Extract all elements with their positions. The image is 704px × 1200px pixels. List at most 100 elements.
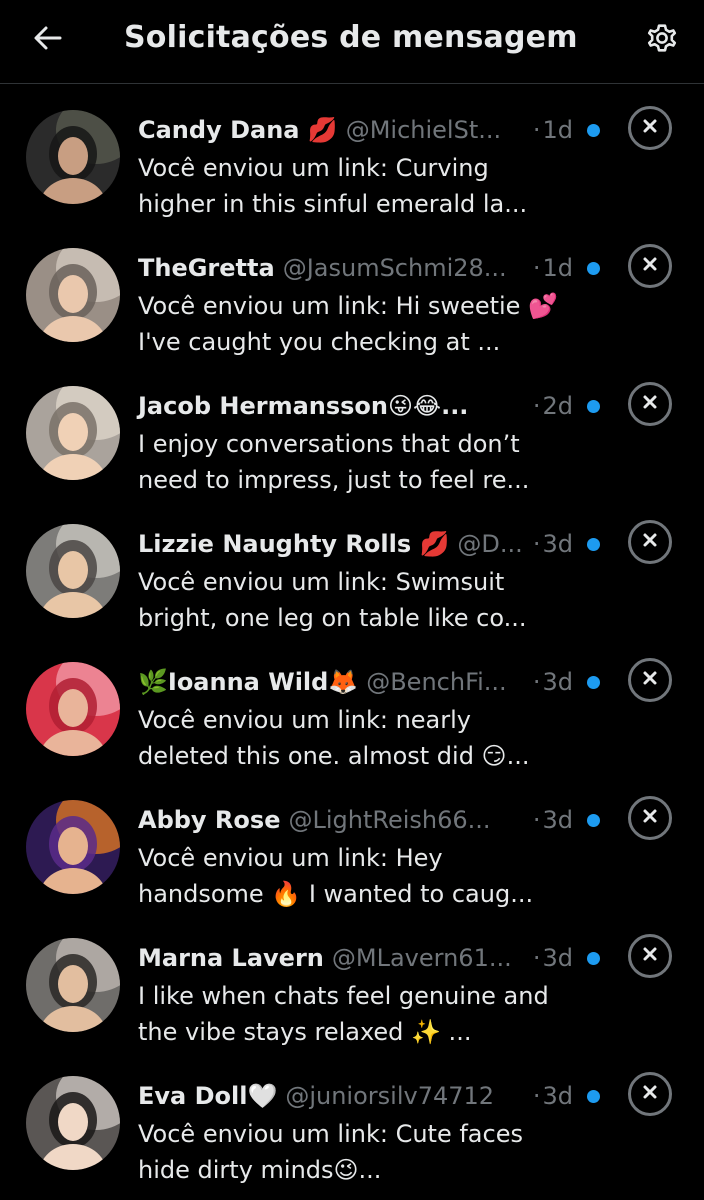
dismiss-request-button[interactable] xyxy=(628,796,672,840)
message-preview: I enjoy conversations that don’t need to… xyxy=(138,430,530,494)
close-icon xyxy=(640,668,660,692)
message-request-row[interactable]: Eva Doll🤍 @juniorsilv74712 · 3d Você env… xyxy=(0,1050,704,1188)
separator-dot: · xyxy=(532,392,541,420)
avatar[interactable] xyxy=(26,662,120,756)
message-request-list: Candy Dana 💋 @MichielSt... · 1d Você env… xyxy=(0,84,704,1188)
separator-dot: · xyxy=(532,944,541,972)
profile-photo xyxy=(26,938,120,1032)
separator-dot: · xyxy=(532,254,541,282)
message-request-row[interactable]: Jacob Hermansson😜😂... · 2d I enjoy conve… xyxy=(0,360,704,498)
display-name: Marna Lavern xyxy=(138,944,324,972)
timestamp: 1d xyxy=(542,254,573,282)
timestamp: 3d xyxy=(542,530,573,558)
avatar[interactable] xyxy=(26,938,120,1032)
avatar[interactable] xyxy=(26,800,120,894)
close-icon xyxy=(640,116,660,140)
gear-icon xyxy=(644,20,680,60)
timestamp: 1d xyxy=(542,116,573,144)
message-preview: Você enviou um link: Swimsuit bright, on… xyxy=(138,568,527,632)
profile-photo xyxy=(26,662,120,756)
user-handle: @JasumSchmi28... xyxy=(282,254,507,282)
back-button[interactable] xyxy=(28,20,68,60)
unread-indicator xyxy=(587,675,600,689)
profile-photo xyxy=(26,110,120,204)
avatar[interactable] xyxy=(26,110,120,204)
user-handle: @D... xyxy=(457,530,523,558)
settings-button[interactable] xyxy=(640,18,684,62)
close-icon xyxy=(640,254,660,278)
unread-indicator xyxy=(587,813,600,827)
timestamp: 3d xyxy=(542,944,573,972)
dismiss-request-button[interactable] xyxy=(628,1072,672,1116)
message-request-row[interactable]: Marna Lavern @MLavern61... · 3d I like w… xyxy=(0,912,704,1050)
close-icon xyxy=(640,530,660,554)
user-handle: @MLavern61... xyxy=(331,944,512,972)
display-name: Jacob Hermansson😜😂... xyxy=(138,392,469,420)
unread-indicator xyxy=(587,951,600,965)
message-preview: I like when chats feel genuine and the v… xyxy=(138,982,549,1046)
message-request-row[interactable]: Abby Rose @LightReish66... · 3d Você env… xyxy=(0,774,704,912)
close-icon xyxy=(640,944,660,968)
message-request-row[interactable]: Candy Dana 💋 @MichielSt... · 1d Você env… xyxy=(0,84,704,222)
message-preview: Você enviou um link: Hey handsome 🔥 I wa… xyxy=(138,844,534,908)
request-header: Marna Lavern @MLavern61... · 3d xyxy=(138,940,600,976)
avatar[interactable] xyxy=(26,386,120,480)
display-name: Candy Dana 💋 xyxy=(138,116,338,144)
user-handle: @LightReish66... xyxy=(288,806,491,834)
message-request-row[interactable]: Lizzie Naughty Rolls 💋 @D... · 3d Você e… xyxy=(0,498,704,636)
profile-photo xyxy=(26,248,120,342)
timestamp: 3d xyxy=(542,668,573,696)
user-handle: @MichielSt... xyxy=(345,116,502,144)
separator-dot: · xyxy=(532,806,541,834)
profile-photo xyxy=(26,1076,120,1170)
display-name: Eva Doll🤍 xyxy=(138,1082,278,1110)
request-header: 🌿Ioanna Wild🦊 @BenchFi... · 3d xyxy=(138,664,600,700)
close-icon xyxy=(640,806,660,830)
dismiss-request-button[interactable] xyxy=(628,934,672,978)
user-handle: @juniorsilv74712 xyxy=(285,1082,495,1110)
request-header: Abby Rose @LightReish66... · 3d xyxy=(138,802,600,838)
request-header: Eva Doll🤍 @juniorsilv74712 · 3d xyxy=(138,1078,600,1114)
request-header: TheGretta @JasumSchmi28... · 1d xyxy=(138,250,600,286)
timestamp: 2d xyxy=(542,392,573,420)
display-name: Abby Rose xyxy=(138,806,281,834)
dismiss-request-button[interactable] xyxy=(628,382,672,426)
avatar[interactable] xyxy=(26,248,120,342)
unread-indicator xyxy=(587,399,600,413)
avatar[interactable] xyxy=(26,1076,120,1170)
close-icon xyxy=(640,392,660,416)
top-bar: Solicitações de mensagem xyxy=(0,0,704,84)
timestamp: 3d xyxy=(542,806,573,834)
message-request-row[interactable]: 🌿Ioanna Wild🦊 @BenchFi... · 3d Você envi… xyxy=(0,636,704,774)
separator-dot: · xyxy=(532,116,541,144)
profile-photo xyxy=(26,800,120,894)
separator-dot: · xyxy=(532,530,541,558)
unread-indicator xyxy=(587,1089,600,1103)
unread-indicator xyxy=(587,537,600,551)
timestamp: 3d xyxy=(542,1082,573,1110)
separator-dot: · xyxy=(532,1082,541,1110)
avatar[interactable] xyxy=(26,524,120,618)
unread-indicator xyxy=(587,261,600,275)
request-header: Jacob Hermansson😜😂... · 2d xyxy=(138,388,600,424)
message-request-row[interactable]: TheGretta @JasumSchmi28... · 1d Você env… xyxy=(0,222,704,360)
page-title: Solicitações de mensagem xyxy=(124,20,578,55)
profile-photo xyxy=(26,524,120,618)
close-icon xyxy=(640,1082,660,1106)
message-preview: Você enviou um link: Hi sweetie 💕 I've c… xyxy=(138,292,558,356)
dismiss-request-button[interactable] xyxy=(628,106,672,150)
message-preview: Você enviou um link: Curving higher in t… xyxy=(138,154,528,218)
request-header: Candy Dana 💋 @MichielSt... · 1d xyxy=(138,112,600,148)
dismiss-request-button[interactable] xyxy=(628,658,672,702)
display-name: 🌿Ioanna Wild🦊 xyxy=(138,668,359,696)
separator-dot: · xyxy=(532,668,541,696)
display-name: Lizzie Naughty Rolls 💋 xyxy=(138,530,450,558)
request-header: Lizzie Naughty Rolls 💋 @D... · 3d xyxy=(138,526,600,562)
arrow-left-icon xyxy=(32,22,64,58)
dismiss-request-button[interactable] xyxy=(628,520,672,564)
user-handle: @BenchFi... xyxy=(366,668,507,696)
unread-indicator xyxy=(587,123,600,137)
message-preview: Você enviou um link: nearly deleted this… xyxy=(138,706,530,770)
dismiss-request-button[interactable] xyxy=(628,244,672,288)
profile-photo xyxy=(26,386,120,480)
